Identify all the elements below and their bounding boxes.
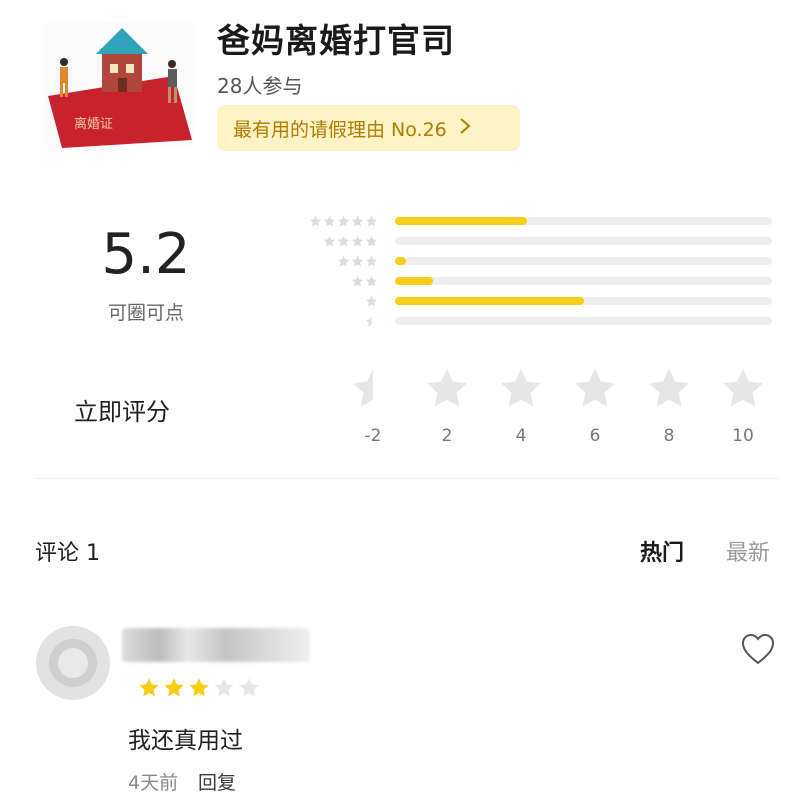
distribution-bar-track [395,237,772,245]
star-icon [365,295,378,306]
star-icon [214,678,234,697]
rate-scale-label: 6 [589,426,601,446]
star-icon [365,275,378,286]
page-title: 爸妈离婚打官司 [217,21,455,60]
star-icon [351,275,364,286]
section-divider [34,478,779,479]
rate-star-icon[interactable] [720,366,766,412]
distribution-bar-fill [395,257,407,265]
star-icon [337,215,350,226]
rate-now-label[interactable]: 立即评分 [74,392,170,427]
distribution-row [292,314,772,328]
star-icon [351,255,364,266]
topic-thumbnail: 离婚证 [44,22,194,148]
distribution-stars [292,275,378,288]
star-icon [365,255,378,266]
star-icon [323,235,336,246]
rate-scale-label: 4 [515,426,527,446]
ranking-badge-button[interactable]: 最有用的请假理由 No.26 [217,105,520,151]
star-icon [337,255,350,266]
star-icon [164,678,184,697]
distribution-row [292,234,772,248]
star-icon [365,215,378,226]
comment-text: 我还真用过 [128,728,243,754]
rate-scale-label: 2 [441,426,453,446]
distribution-row [292,294,772,308]
star-icon [139,678,159,697]
star-icon [351,235,364,246]
distribution-stars [292,255,378,268]
comment-rating [138,677,260,699]
star-icon [351,215,364,226]
distribution-row [292,274,772,288]
distribution-stars [292,235,378,248]
heart-icon[interactable] [740,632,776,666]
star-icon [365,235,378,246]
rate-scale-label: -2 [364,426,382,446]
distribution-row [292,254,772,268]
rate-scale-label: 10 [732,426,754,446]
tab-hot[interactable]: 热门 [640,535,684,567]
distribution-bar-fill [395,297,584,305]
distribution-stars [292,315,378,328]
chevron-right-icon [459,116,471,140]
star-icon [323,215,336,226]
distribution-bar-track [395,317,772,325]
distribution-bar-track [395,277,772,285]
star-icon [239,678,259,697]
participant-count: 28人参与 [217,74,303,98]
distribution-bar-track [395,217,772,225]
distribution-stars [292,215,378,228]
certificate-caption: 离婚证 [74,116,113,132]
distribution-row [292,214,772,228]
comments-title: 评论 1 [35,541,100,566]
rate-star-icon[interactable] [646,366,692,412]
distribution-bar-fill [395,277,433,285]
score-label: 可圈可点 [107,302,184,324]
tab-new[interactable]: 最新 [726,535,770,567]
distribution-stars [292,295,378,308]
rate-star-icon[interactable] [498,366,544,412]
rate-star-icon[interactable] [572,366,618,412]
distribution-bar-fill [395,217,527,225]
star-icon [309,215,322,226]
half-star-icon [365,315,372,326]
comment-time: 4天前 [128,772,179,794]
rate-star-icon[interactable] [424,366,470,412]
distribution-bar-track [395,297,772,305]
rate-scale-label: 8 [663,426,675,446]
average-score: 5.2 [101,222,191,287]
rate-half-star-icon[interactable] [350,366,396,412]
star-icon [189,678,209,697]
username-blurred[interactable] [122,628,310,662]
star-icon [337,235,350,246]
reply-button[interactable]: 回复 [198,768,236,795]
ranking-label: 最有用的请假理由 No.26 [233,118,447,141]
avatar[interactable] [36,626,110,700]
distribution-bar-track [395,257,772,265]
